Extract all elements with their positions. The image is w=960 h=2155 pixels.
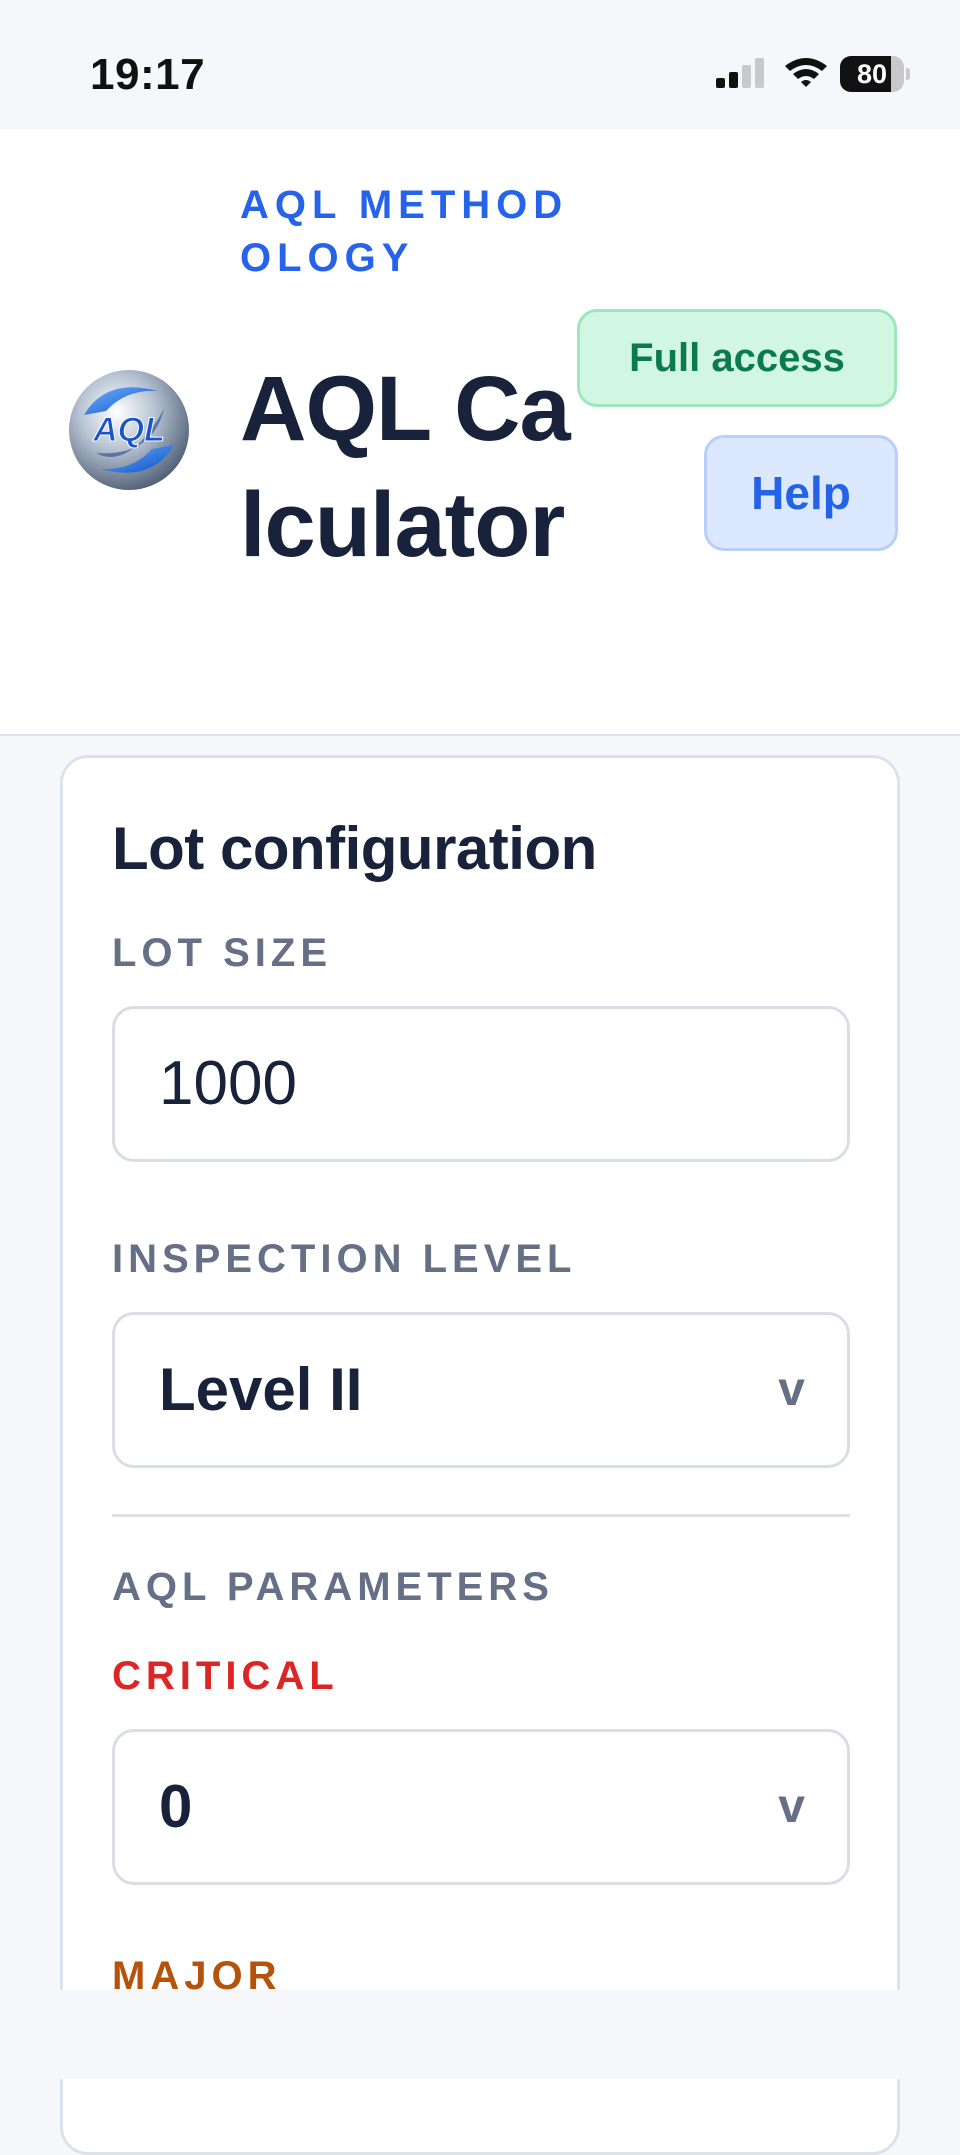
chevron-down-icon: v bbox=[778, 1780, 805, 1833]
bottom-safe-area bbox=[0, 1990, 960, 2079]
eyebrow-label: AQL METHODOLOGY bbox=[240, 183, 569, 280]
battery-level: 80 bbox=[856, 59, 888, 89]
app-header: AQL AQL METHODOLOGY AQL Calculator Full … bbox=[0, 129, 960, 736]
inspection-level-label: INSPECTION LEVEL bbox=[112, 1237, 577, 1281]
critical-aql-select[interactable]: 0 v bbox=[112, 1729, 850, 1885]
aql-logo: AQL bbox=[69, 370, 189, 490]
critical-aql-value: 0 bbox=[159, 1773, 193, 1840]
page-title: AQL Calculator bbox=[240, 358, 571, 576]
status-time: 19:17 bbox=[90, 50, 206, 99]
chevron-down-icon: v bbox=[778, 1363, 805, 1416]
battery-icon: 80 bbox=[840, 56, 910, 92]
inspection-level-value: Level II bbox=[159, 1356, 363, 1423]
card-title: Lot configuration bbox=[112, 815, 597, 882]
aql-parameters-label: AQL PARAMETERS bbox=[112, 1565, 554, 1609]
cellular-signal-icon bbox=[716, 58, 764, 88]
critical-label: CRITICAL bbox=[112, 1654, 339, 1698]
help-button[interactable]: Help bbox=[704, 435, 898, 551]
lot-size-input[interactable]: 1000 bbox=[112, 1006, 850, 1162]
section-divider bbox=[112, 1514, 850, 1517]
lot-size-value: 1000 bbox=[159, 1049, 297, 1118]
status-bar: 19:17 80 bbox=[0, 0, 960, 129]
wifi-icon bbox=[785, 58, 827, 87]
inspection-level-select[interactable]: Level II v bbox=[112, 1312, 850, 1468]
lot-size-label: LOT SIZE bbox=[112, 931, 332, 975]
access-status-badge: Full access bbox=[577, 309, 897, 407]
lot-configuration-card: Lot configuration LOT SIZE 1000 INSPECTI… bbox=[60, 755, 900, 2155]
svg-text:AQL: AQL bbox=[92, 411, 165, 449]
